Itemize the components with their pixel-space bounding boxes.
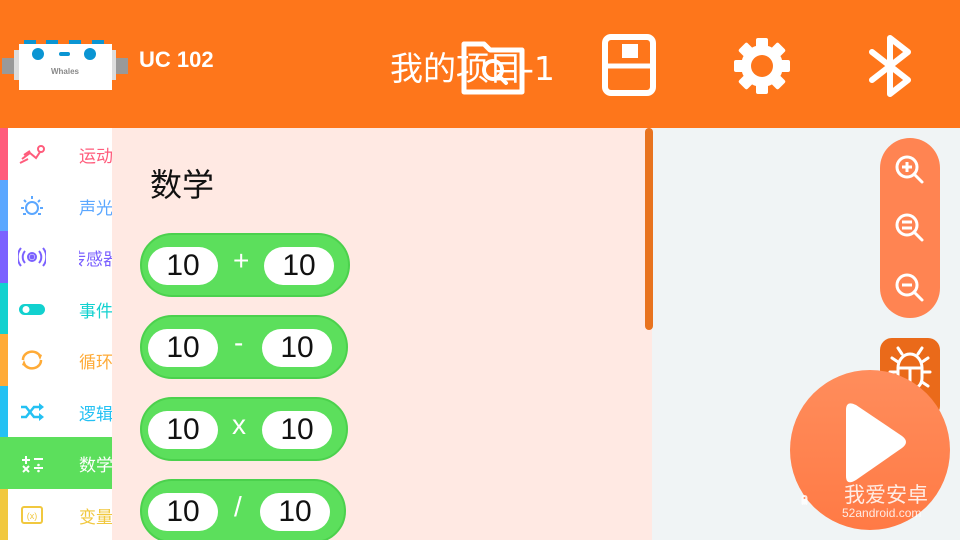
category-stripe (0, 231, 8, 283)
zoom-out-button[interactable] (894, 272, 926, 304)
left-operand-input[interactable]: 10 (148, 247, 218, 285)
math-subtract-block[interactable]: 10 - 10 (140, 315, 348, 379)
light-icon (21, 195, 43, 215)
category-stripe (0, 128, 8, 180)
settings-button[interactable] (730, 36, 794, 96)
category-label: 声光 (79, 198, 112, 219)
watermark-logo-icon (801, 495, 808, 505)
left-operand-input[interactable]: 10 (148, 493, 218, 531)
category-sensor[interactable]: 传感器 (0, 231, 112, 283)
sensor-icon (18, 247, 46, 267)
category-label: 传感器 (79, 250, 112, 270)
save-button[interactable] (602, 34, 656, 96)
operator: + (233, 245, 250, 276)
category-label: 事件 (79, 301, 112, 322)
category-label: 变量 (79, 507, 112, 528)
category-stripe (0, 385, 8, 437)
svg-text:(x): (x) (27, 511, 38, 521)
zoom-reset-icon (895, 213, 924, 242)
category-light-sound[interactable]: 声光 (0, 179, 112, 231)
flyout-title: 数学 (150, 166, 215, 204)
category-event[interactable]: 事件 (0, 282, 112, 334)
category-stripe (0, 282, 8, 334)
gear-icon (734, 38, 790, 94)
watermark-text: 我爱安卓 (844, 483, 928, 507)
loop-icon (21, 350, 43, 370)
zoom-reset-button[interactable] (894, 212, 926, 244)
device-name: UC 102 (139, 47, 214, 72)
category-sidebar: 运动 声光 传感器 事件 循环 逻辑 数学 (x) 变量 (0, 128, 112, 540)
bluetooth-button[interactable] (862, 34, 922, 98)
operator: x (232, 409, 246, 440)
folder-search-icon (461, 41, 525, 95)
category-label: 数学 (79, 456, 112, 476)
category-label: 逻辑 (79, 404, 112, 425)
right-operand-input[interactable]: 10 (264, 247, 334, 285)
svg-text:Whales: Whales (51, 67, 80, 76)
save-icon (602, 34, 656, 96)
category-label: 循环 (79, 353, 112, 373)
zoom-in-button[interactable] (894, 154, 926, 186)
category-label: 运动 (79, 147, 112, 167)
category-stripe (0, 488, 8, 540)
category-variable[interactable]: (x) 变量 (0, 488, 112, 540)
left-operand-input[interactable]: 10 (148, 329, 218, 367)
toggle-icon (19, 303, 45, 315)
flyout-scrollbar[interactable] (645, 128, 653, 330)
category-stripe (0, 334, 8, 386)
bluetooth-icon (869, 35, 911, 97)
category-loop[interactable]: 循环 (0, 334, 112, 386)
category-logic[interactable]: 逻辑 (0, 385, 112, 437)
math-add-block[interactable]: 10 + 10 (140, 233, 350, 297)
math-icon (22, 456, 43, 473)
category-motion[interactable]: 运动 (0, 128, 112, 180)
whales-robot-logo: Whales (2, 40, 128, 90)
variable-icon: (x) (21, 505, 43, 524)
math-multiply-block[interactable]: 10 x 10 (140, 397, 348, 461)
operator: / (234, 491, 242, 522)
zoom-out-icon (895, 273, 924, 302)
shuffle-icon (21, 402, 44, 421)
category-math[interactable]: 数学 (0, 437, 112, 489)
top-bar: Whales UC 102 我的项目-1 (0, 0, 960, 128)
math-divide-block[interactable]: 10 / 10 (140, 479, 346, 540)
open-project-button[interactable] (460, 36, 526, 96)
category-stripe (0, 179, 8, 231)
zoom-in-icon (895, 155, 924, 184)
block-flyout: 数学 10 + 10 10 - 10 10 x 10 10 / 10 (112, 128, 652, 540)
running-icon (19, 145, 45, 164)
right-operand-input[interactable]: 10 (262, 411, 332, 449)
zoom-controls (880, 138, 940, 318)
right-operand-input[interactable]: 10 (260, 493, 330, 531)
right-operand-input[interactable]: 10 (262, 329, 332, 367)
watermark-url: 52android.com (842, 506, 922, 520)
left-operand-input[interactable]: 10 (148, 411, 218, 449)
operator: - (234, 327, 244, 358)
